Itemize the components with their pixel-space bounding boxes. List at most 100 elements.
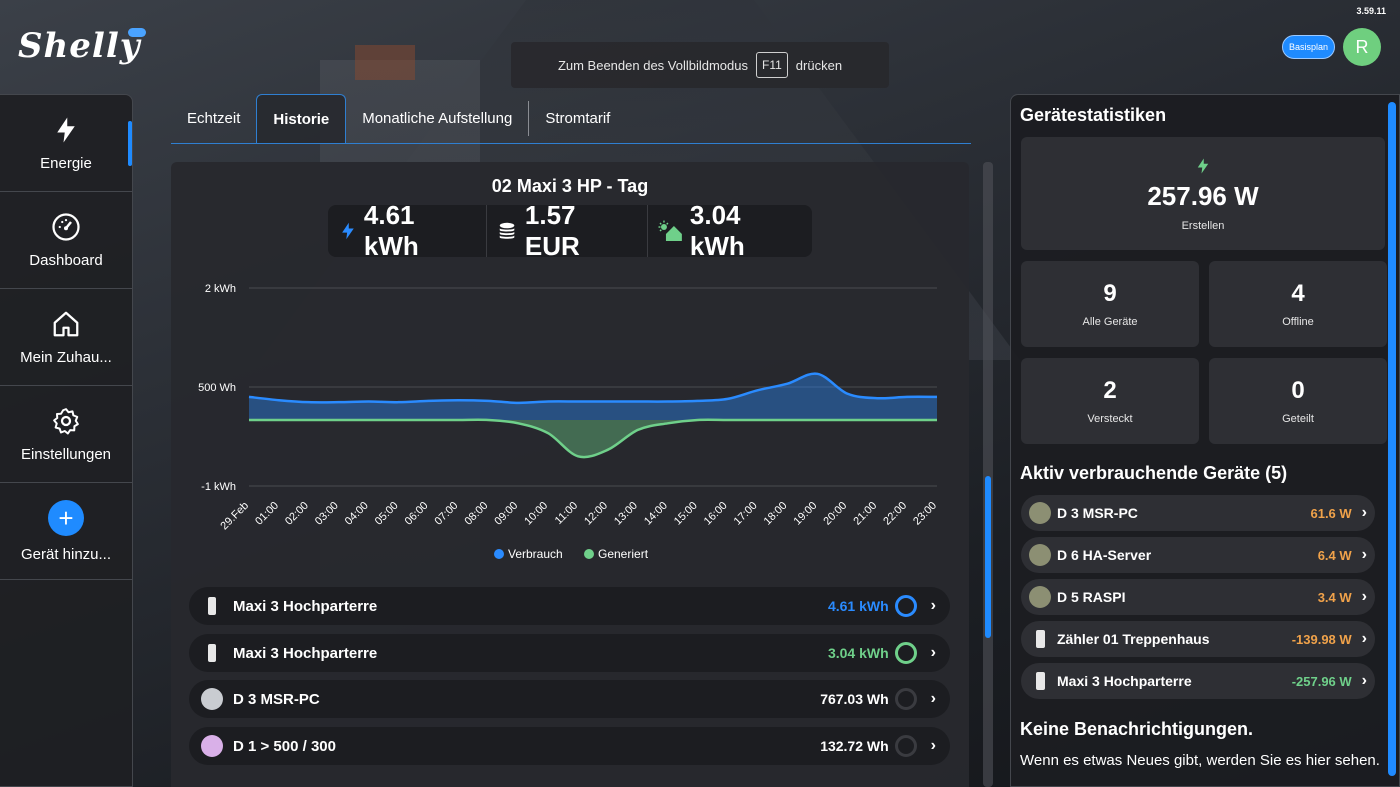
device-row[interactable]: Maxi 3 Hochparterre 4.61 kWh › [189, 587, 950, 625]
avatar[interactable]: R [1343, 28, 1381, 66]
tab-historie[interactable]: Historie [256, 94, 347, 143]
power-value: 257.96 W [1147, 181, 1259, 211]
device-avatar-icon [201, 688, 223, 710]
device-power: 61.6 W [1310, 505, 1352, 521]
sidebar-item-home[interactable]: Mein Zuhau... [0, 289, 132, 386]
meter-device-icon [1029, 628, 1051, 650]
main-scrollbar-thumb[interactable] [985, 476, 991, 638]
consumption-stat: 4.61 kWh [328, 200, 488, 261]
card-label: Offline [1282, 316, 1314, 328]
card-hidden[interactable]: 2 Versteckt [1021, 358, 1199, 444]
meter-device-icon [201, 595, 223, 617]
sidebar-item-dashboard[interactable]: Dashboard [0, 192, 132, 289]
sidebar-item-settings[interactable]: Einstellungen [0, 386, 132, 483]
sidebar-item-energie[interactable]: Energie [0, 95, 132, 192]
legend-swatch [584, 549, 594, 559]
device-avatar-icon [1029, 502, 1051, 524]
bolt-icon [342, 222, 354, 240]
power-label: Erstellen [1181, 220, 1225, 232]
card-value: 4 [1291, 280, 1305, 307]
generated-value: 3.04 kWh [689, 200, 745, 261]
power-card: 257.96 W Erstellen [1021, 137, 1385, 250]
x-tick-label: 08:00 [462, 500, 490, 528]
x-tick-label: 09:00 [492, 500, 520, 528]
x-tick-label: 10:00 [522, 500, 550, 528]
chevron-right-icon[interactable]: › [931, 690, 936, 708]
chevron-right-icon[interactable]: › [931, 737, 936, 755]
coins-icon [499, 222, 515, 239]
active-device-row[interactable]: Zähler 01 Treppenhaus -139.98 W › [1021, 621, 1375, 657]
bolt-icon [57, 117, 75, 142]
x-tick-label: 17:00 [732, 500, 760, 528]
device-power: -139.98 W [1291, 631, 1352, 647]
cost-stat: 1.57 EUR [487, 200, 649, 261]
card-shared[interactable]: 0 Geteilt [1209, 358, 1387, 444]
x-tick-label: 05:00 [373, 500, 401, 528]
bolt-icon [1197, 158, 1209, 174]
x-tick-label: 04:00 [343, 500, 371, 528]
card-value: 9 [1103, 280, 1117, 307]
x-tick-label: 19:00 [792, 500, 820, 528]
active-device-row[interactable]: D 3 MSR-PC 61.6 W › [1021, 495, 1375, 531]
tab-monatliche-aufstellung[interactable]: Monatliche Aufstellung [346, 94, 528, 143]
chevron-right-icon[interactable]: › [1362, 588, 1367, 606]
legend-swatch [494, 549, 504, 559]
device-power: -257.96 W [1291, 673, 1352, 689]
device-row[interactable]: D 3 MSR-PC 767.03 Wh › [189, 680, 950, 718]
x-tick-label: 13:00 [612, 500, 640, 528]
card-offline[interactable]: 4 Offline [1209, 261, 1387, 347]
history-panel: 02 Maxi 3 HP - Tag 4.61 kWh 1.57 EUR 3.0… [171, 162, 969, 787]
shelly-logo[interactable]: Shelly [18, 26, 141, 66]
chevron-right-icon[interactable]: › [1362, 546, 1367, 564]
plan-badge[interactable]: Basisplan [1282, 35, 1335, 59]
device-row[interactable]: Maxi 3 Hochparterre 3.04 kWh › [189, 634, 950, 672]
device-value: 132.72 Wh [820, 738, 889, 754]
meter-device-icon [1029, 670, 1051, 692]
right-scrollbar[interactable] [1388, 102, 1396, 776]
summary-stats: 4.61 kWh 1.57 EUR 3.04 kWh [328, 200, 812, 261]
chevron-right-icon[interactable]: › [931, 644, 936, 662]
sidebar-item-add-device[interactable]: + Gerät hinzu... [0, 483, 132, 580]
main-scrollbar[interactable] [983, 162, 993, 787]
active-device-row[interactable]: D 6 HA-Server 6.4 W › [1021, 537, 1375, 573]
x-tick-label: 14:00 [642, 500, 670, 528]
generated-stat: 3.04 kWh [648, 200, 812, 261]
f11-key: F11 [756, 52, 788, 78]
active-device-row[interactable]: Maxi 3 Hochparterre -257.96 W › [1021, 663, 1375, 699]
x-tick-label: 22:00 [881, 500, 909, 528]
x-tick-label: 16:00 [702, 500, 730, 528]
card-value: 2 [1103, 377, 1117, 404]
sidebar-item-label: Einstellungen [20, 445, 112, 463]
device-row[interactable]: D 1 > 500 / 300 132.72 Wh › [189, 727, 950, 765]
page-title: 02 Maxi 3 HP - Tag [491, 176, 649, 196]
x-tick-label: 12:00 [582, 500, 610, 528]
chevron-right-icon[interactable]: › [931, 597, 936, 615]
notifications-text: Wenn es etwas Neues gibt, werden Sie es … [1020, 752, 1380, 769]
tab-stromtarif[interactable]: Stromtarif [529, 94, 626, 143]
chevron-right-icon[interactable]: › [1362, 504, 1367, 522]
meter-device-icon [201, 642, 223, 664]
card-all-devices[interactable]: 9 Alle Geräte [1021, 261, 1199, 347]
y-tick-label: 500 Wh [198, 382, 236, 394]
x-tick-label: 02:00 [283, 500, 311, 528]
device-name: D 6 HA-Server [1057, 547, 1152, 563]
tab-echtzeit[interactable]: Echtzeit [171, 94, 256, 143]
card-label: Versteckt [1087, 413, 1133, 425]
progress-ring [894, 642, 917, 664]
chevron-right-icon[interactable]: › [1362, 630, 1367, 648]
fullscreen-suffix: drücken [795, 57, 843, 73]
device-avatar-icon [201, 735, 223, 757]
chevron-right-icon[interactable]: › [1362, 672, 1367, 690]
gauge-icon [52, 212, 80, 241]
plus-icon: + [48, 499, 84, 536]
device-stats-panel: Gerätestatistiken 257.96 W Erstellen 9 A… [1010, 94, 1400, 787]
device-name: D 1 > 500 / 300 [233, 737, 336, 755]
legend-label: Generiert [598, 547, 649, 561]
x-tick-label: 18:00 [762, 500, 790, 528]
gear-icon [53, 407, 79, 434]
device-name: D 5 RASPI [1057, 589, 1126, 605]
x-tick-label: 29.Feb [218, 500, 251, 533]
x-tick-label: 01:00 [253, 500, 281, 528]
device-value: 767.03 Wh [820, 691, 889, 707]
active-device-row[interactable]: D 5 RASPI 3.4 W › [1021, 579, 1375, 615]
